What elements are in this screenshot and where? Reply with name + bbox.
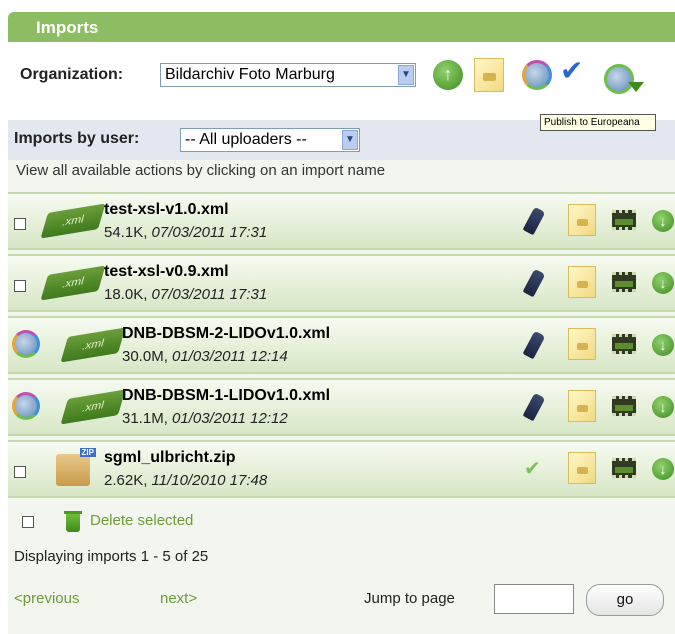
import-name[interactable]: DNB-DBSM-1-LIDOv1.0.xml: [122, 387, 330, 405]
row-checkbox[interactable]: [14, 280, 26, 292]
import-meta: 30.0M, 01/03/2011 12:14: [122, 348, 288, 365]
import-name[interactable]: test-xsl-v1.0.xml: [104, 201, 229, 219]
film-icon[interactable]: [612, 272, 636, 292]
film-icon[interactable]: [612, 396, 636, 416]
panel-header: Imports: [8, 12, 675, 42]
upload-icon[interactable]: ↑: [433, 60, 463, 90]
actions-hint: View all available actions by clicking o…: [16, 162, 386, 179]
checkmark-icon[interactable]: ✔: [524, 456, 541, 481]
imports-panel: Imports Organization: Bildarchiv Foto Ma…: [8, 12, 675, 634]
published-globe-icon[interactable]: [12, 392, 40, 420]
row-checkbox[interactable]: [14, 466, 26, 478]
go-button[interactable]: go: [586, 584, 664, 616]
import-document-icon[interactable]: [474, 58, 504, 92]
download-icon[interactable]: ↓: [652, 458, 674, 480]
import-meta: 2.62K, 11/10/2010 17:48: [104, 472, 268, 489]
xml-file-icon: .xml: [60, 327, 126, 363]
publish-tooltip: Publish to Europeana: [540, 114, 656, 131]
row-checkbox[interactable]: [14, 218, 26, 230]
xml-file-icon: .xml: [60, 389, 126, 425]
download-icon[interactable]: ↓: [652, 210, 674, 232]
user-filter-select-value: -- All uploaders --: [185, 131, 307, 148]
xml-file-icon: .xml: [40, 203, 106, 239]
user-filter-select[interactable]: -- All uploaders -- ▼: [180, 128, 360, 152]
import-name[interactable]: sgml_ulbricht.zip: [104, 449, 236, 467]
import-document-icon[interactable]: [568, 390, 596, 422]
panel-title: Imports: [36, 18, 99, 37]
organization-label: Organization:: [20, 66, 124, 83]
import-row[interactable]: ZIP sgml_ulbricht.zip 2.62K, 11/10/2010 …: [8, 440, 675, 498]
import-document-icon[interactable]: [568, 452, 596, 484]
jump-to-page-input[interactable]: [494, 584, 574, 614]
import-name[interactable]: test-xsl-v0.9.xml: [104, 263, 229, 281]
import-document-icon[interactable]: [568, 328, 596, 360]
import-row[interactable]: .xml test-xsl-v0.9.xml 18.0K, 07/03/2011…: [8, 254, 675, 312]
chevron-down-icon[interactable]: ▼: [342, 130, 358, 150]
film-icon[interactable]: [612, 334, 636, 354]
pen-icon[interactable]: [522, 392, 546, 422]
next-link[interactable]: next>: [160, 590, 197, 607]
import-row[interactable]: .xml DNB-DBSM-1-LIDOv1.0.xml 31.1M, 01/0…: [8, 378, 675, 436]
pen-icon[interactable]: [522, 268, 546, 298]
organization-row: Organization: Bildarchiv Foto Marburg ▼ …: [8, 42, 675, 120]
trash-icon[interactable]: [64, 511, 82, 532]
import-meta: 31.1M, 01/03/2011 12:12: [122, 410, 288, 427]
download-arrow-icon: [628, 82, 644, 92]
import-meta: 54.1K, 07/03/2011 17:31: [104, 224, 268, 241]
import-document-icon[interactable]: [568, 266, 596, 298]
download-icon[interactable]: ↓: [652, 334, 674, 356]
checkmark-icon[interactable]: ✔: [560, 54, 583, 87]
pen-icon[interactable]: [522, 206, 546, 236]
organization-select-value: Bildarchiv Foto Marburg: [165, 66, 335, 83]
import-row[interactable]: .xml test-xsl-v1.0.xml 54.1K, 07/03/2011…: [8, 192, 675, 250]
chevron-down-icon[interactable]: ▼: [398, 65, 414, 85]
zip-file-icon: ZIP: [56, 448, 96, 486]
download-icon[interactable]: ↓: [652, 396, 674, 418]
user-filter-label: Imports by user:: [14, 130, 140, 147]
delete-selected-link[interactable]: Delete selected: [90, 512, 193, 529]
import-meta: 18.0K, 07/03/2011 17:31: [104, 286, 268, 303]
select-all-checkbox[interactable]: [22, 516, 34, 528]
organization-select[interactable]: Bildarchiv Foto Marburg ▼: [160, 63, 416, 87]
published-globe-icon[interactable]: [12, 330, 40, 358]
film-icon[interactable]: [612, 458, 636, 478]
film-icon[interactable]: [612, 210, 636, 230]
previous-link[interactable]: <previous: [14, 590, 79, 607]
import-name[interactable]: DNB-DBSM-2-LIDOv1.0.xml: [122, 325, 330, 343]
globe-icon[interactable]: [522, 60, 552, 90]
import-document-icon[interactable]: [568, 204, 596, 236]
pen-icon[interactable]: [522, 330, 546, 360]
import-row[interactable]: .xml DNB-DBSM-2-LIDOv1.0.xml 30.0M, 01/0…: [8, 316, 675, 374]
download-icon[interactable]: ↓: [652, 272, 674, 294]
xml-file-icon: .xml: [40, 265, 106, 301]
jump-to-page-label: Jump to page: [364, 590, 455, 607]
pagination-summary: Displaying imports 1 - 5 of 25: [14, 548, 209, 565]
